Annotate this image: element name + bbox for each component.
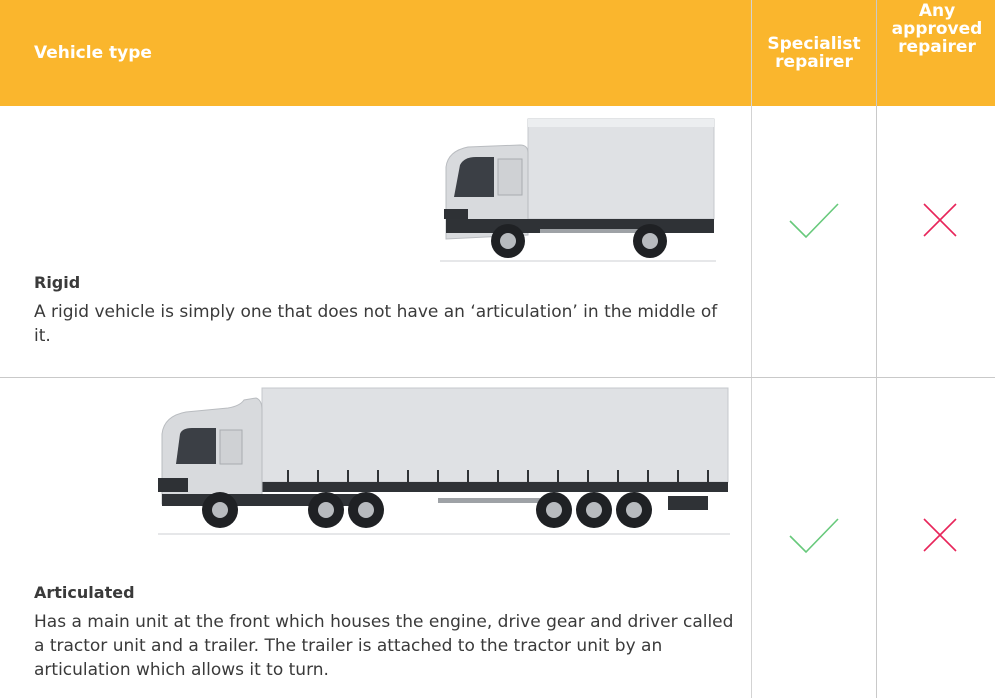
column-divider bbox=[751, 0, 752, 698]
column-divider bbox=[876, 0, 877, 698]
row-description: A rigid vehicle is simply one that does … bbox=[34, 302, 718, 346]
check-icon bbox=[788, 201, 840, 241]
articulated-truck-image bbox=[158, 386, 730, 536]
table-header: Vehicle type Specialist repairer Any app… bbox=[0, 0, 995, 106]
header-any-approved-repairer: Any approved repairer bbox=[891, 1, 983, 57]
row-divider bbox=[0, 377, 995, 378]
row-description: Has a main unit at the front which house… bbox=[34, 612, 734, 680]
cross-icon bbox=[922, 517, 958, 553]
row-title: Rigid bbox=[34, 273, 81, 292]
check-icon bbox=[788, 516, 840, 556]
header-vehicle-type: Vehicle type bbox=[34, 43, 152, 63]
rigid-truck-image bbox=[440, 117, 716, 263]
header-specialist-repairer: Specialist repairer bbox=[767, 34, 861, 72]
cross-icon bbox=[922, 202, 958, 238]
row-title: Articulated bbox=[34, 583, 135, 602]
